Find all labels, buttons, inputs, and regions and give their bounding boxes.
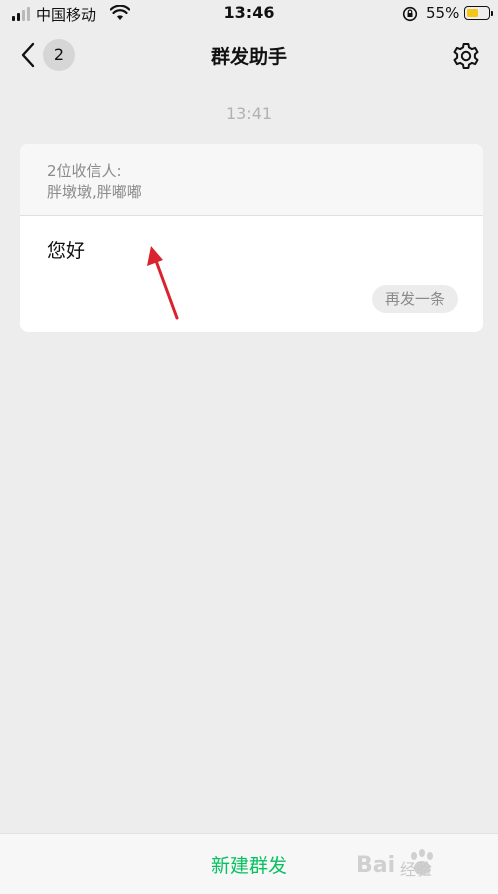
resend-button[interactable]: 再发一条: [372, 285, 458, 313]
watermark-text: 经验: [400, 860, 433, 879]
status-bar: 中国移动 13:46 55%: [0, 0, 498, 28]
recipients-names: 胖墩墩,胖嘟嘟: [47, 183, 142, 201]
message-text: 您好: [47, 240, 86, 262]
settings-gear-icon[interactable]: [451, 41, 481, 71]
svg-text:Bai: Bai: [356, 853, 395, 878]
orientation-lock-icon: [402, 6, 418, 22]
recipients-header: 2位收信人: 胖墩墩,胖嘟嘟: [20, 144, 483, 216]
broadcast-message-card[interactable]: 2位收信人: 胖墩墩,胖嘟嘟 您好 再发一条: [20, 144, 483, 332]
annotation-arrow: [147, 246, 179, 320]
clock: 13:46: [223, 3, 275, 22]
page-title: 群发助手: [210, 46, 287, 68]
message-timestamp: 13:41: [225, 104, 273, 123]
battery-percent: 55%: [426, 4, 460, 22]
recipients-count: 2位收信人:: [47, 162, 122, 180]
battery-fill: [466, 8, 478, 17]
battery-icon: [464, 6, 493, 20]
nav-bar: 2 群发助手: [0, 28, 498, 84]
